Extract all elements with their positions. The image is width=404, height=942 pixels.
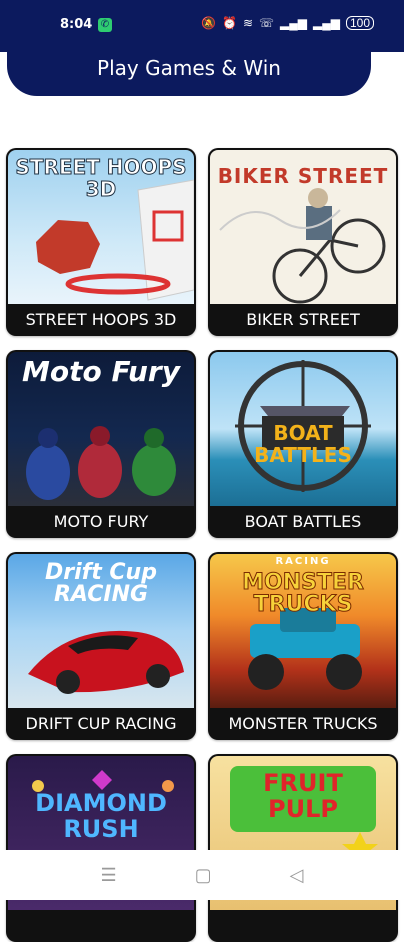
game-thumbnail: STREET HOOPS 3D bbox=[8, 150, 194, 304]
game-label: DRIFT CUP RACING bbox=[25, 714, 177, 733]
volte-icon: ☏ bbox=[259, 16, 275, 30]
game-art-title: DIAMOND RUSH bbox=[35, 789, 167, 843]
game-card-fruit-pulp[interactable]: FRUIT PULP bbox=[208, 754, 398, 942]
game-card-moto-fury[interactable]: Moto Fury MOTO FURY bbox=[6, 350, 196, 538]
mute-icon: 🔕 bbox=[201, 16, 216, 30]
game-thumbnail: BIKER STREET bbox=[210, 150, 396, 304]
game-thumbnail: BOAT BATTLES bbox=[210, 352, 396, 506]
game-label: STREET HOOPS 3D bbox=[25, 310, 177, 329]
games-grid: STREET HOOPS 3D STREET HOOPS 3D BIKER ST… bbox=[6, 148, 400, 942]
game-label: MONSTER TRUCKS bbox=[228, 714, 378, 733]
game-card-street-hoops[interactable]: STREET HOOPS 3D STREET HOOPS 3D bbox=[6, 148, 196, 336]
phone-icon: ✆ bbox=[98, 18, 112, 32]
game-art-title: MONSTER TRUCKS bbox=[242, 570, 365, 617]
game-card-biker-street[interactable]: BIKER STREET BIKER STREET bbox=[208, 148, 398, 336]
game-art-tag: RACING bbox=[275, 556, 331, 567]
status-icons: 🔕 ⏰ ≋ ☏ ▂▄▆ ▂▄▆ 100 bbox=[201, 16, 374, 30]
game-art-title: Moto Fury bbox=[22, 355, 180, 388]
app-header: Play Games & Win bbox=[7, 40, 371, 96]
signal-icon: ▂▄▆ bbox=[280, 16, 307, 30]
back-icon[interactable]: ◁ bbox=[290, 865, 304, 886]
game-label: BOAT BATTLES bbox=[244, 512, 362, 531]
wifi-icon: ≋ bbox=[242, 16, 254, 30]
system-nav: ☰ ▢ ◁ bbox=[0, 850, 404, 900]
menu-icon[interactable]: ☰ bbox=[101, 865, 117, 886]
battery-icon: 100 bbox=[345, 16, 374, 30]
game-art-title: Drift Cup RACING bbox=[45, 560, 157, 607]
game-card-diamond-rush[interactable]: DIAMOND RUSH bbox=[6, 754, 196, 942]
game-art-title: BOAT BATTLES bbox=[254, 421, 352, 467]
home-icon[interactable]: ▢ bbox=[195, 865, 212, 886]
game-label: MOTO FURY bbox=[53, 512, 149, 531]
game-card-boat-battles[interactable]: BOAT BATTLES BOAT BATTLES bbox=[208, 350, 398, 538]
game-thumbnail: RACING MONSTER TRUCKS bbox=[210, 554, 396, 708]
game-label: BIKER STREET bbox=[246, 310, 360, 329]
game-art-title: STREET HOOPS 3D bbox=[15, 155, 187, 201]
game-label bbox=[6, 910, 196, 942]
game-thumbnail: Moto Fury bbox=[8, 352, 194, 506]
game-art-title: FRUIT PULP bbox=[263, 769, 343, 823]
game-card-monster-trucks[interactable]: RACING MONSTER TRUCKS MONSTER TRUCKS bbox=[208, 552, 398, 740]
game-card-drift-cup-racing[interactable]: Drift Cup RACING DRIFT CUP RACING bbox=[6, 552, 196, 740]
page-title: Play Games & Win bbox=[97, 56, 281, 80]
status-time: 8:04 bbox=[60, 17, 93, 32]
game-label bbox=[208, 910, 398, 942]
game-art-title: BIKER STREET bbox=[217, 164, 389, 188]
game-thumbnail: Drift Cup RACING bbox=[8, 554, 194, 708]
alarm-icon: ⏰ bbox=[222, 16, 237, 30]
signal2-icon: ▂▄▆ bbox=[313, 16, 340, 30]
